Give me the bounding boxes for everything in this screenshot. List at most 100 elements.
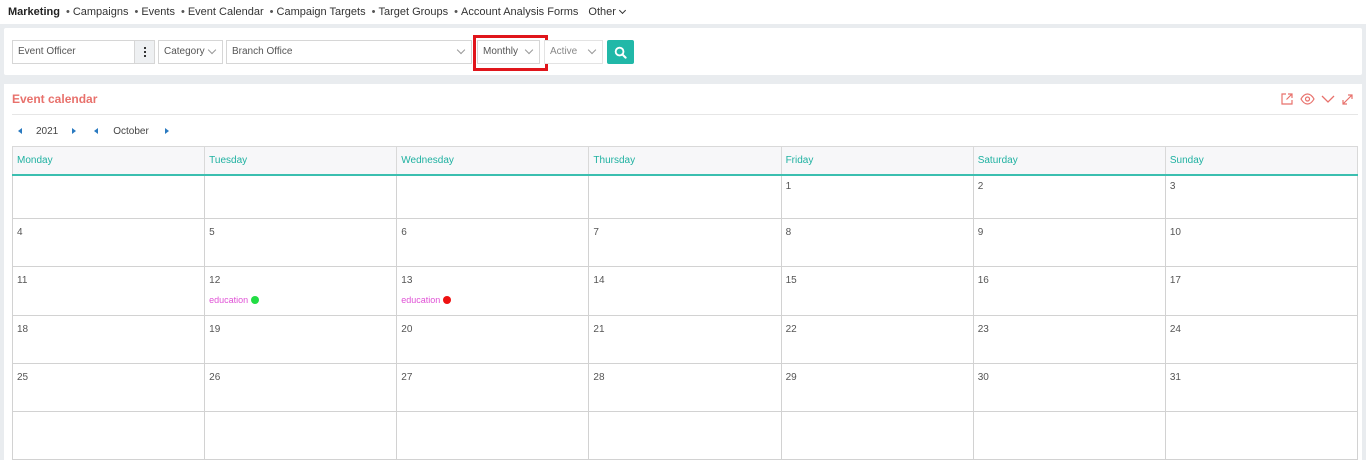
event-label: education [209,295,249,305]
nav-item-target-groups[interactable]: • Target Groups [372,6,449,18]
nav-label: Campaigns [72,6,129,18]
day-number: 20 [401,324,413,335]
day-cell[interactable] [11,174,206,219]
day-number: 15 [785,275,797,286]
day-cell[interactable] [396,411,590,460]
day-cell[interactable] [204,411,398,460]
day-number: 7 [593,227,599,238]
day-cell[interactable] [204,174,398,219]
day-cell[interactable]: 25 [11,363,206,412]
export-icon[interactable] [1280,92,1294,106]
day-cell[interactable]: 13 education [396,266,590,316]
more-options-icon[interactable] [135,40,155,64]
nav-bullet: • [454,6,459,18]
day-cell[interactable] [1164,411,1359,460]
day-number: 29 [785,372,797,383]
day-cell[interactable]: 29 [780,363,974,412]
chevron-down-icon [207,45,217,55]
search-button[interactable] [607,40,634,64]
day-cell[interactable]: 21 [588,315,782,364]
day-cell[interactable]: 14 [588,266,782,316]
day-number: 16 [977,275,989,286]
nav-item-events[interactable]: • Events [134,6,175,18]
nav-item-campaign-targets[interactable]: • Campaign Targets [270,6,366,18]
nav-item-event-calendar[interactable]: • Event Calendar [181,6,264,18]
day-cell[interactable] [588,411,782,460]
day-cell[interactable] [11,411,206,460]
day-cell[interactable]: 1 [780,174,974,219]
day-cell[interactable]: 31 [1164,363,1359,412]
day-cell[interactable]: 12 education [204,266,398,316]
next-month-icon[interactable] [164,128,169,134]
day-cell[interactable]: 6 [396,218,590,267]
day-cell[interactable]: 27 [396,363,590,412]
day-number: 5 [209,227,215,238]
day-cell[interactable]: 10 [1164,218,1359,267]
day-number: 19 [209,324,221,335]
weekday-header: Thursday [588,146,782,176]
nav-item-account-analysis-forms[interactable]: • Account Analysis Forms [454,6,578,18]
event-item[interactable]: education [209,295,392,305]
nav-item-campaigns[interactable]: • Campaigns [66,6,129,18]
day-number: 21 [593,324,605,335]
day-cell[interactable]: 9 [972,218,1166,267]
nav-label: Campaign Targets [276,6,366,18]
day-cell[interactable] [972,411,1166,460]
day-cell[interactable]: 20 [396,315,590,364]
day-number: 8 [785,227,792,238]
day-number: 18 [17,324,29,335]
day-number: 27 [401,372,413,383]
status-select[interactable]: Active [544,40,603,64]
prev-year-icon[interactable] [18,128,22,134]
nav-item-other[interactable]: Other [588,6,626,18]
branch-office-select[interactable]: Branch Office [226,40,472,64]
day-number: 11 [17,275,28,286]
day-cell[interactable]: 23 [972,315,1166,364]
day-cell[interactable]: 8 [780,218,974,267]
nav-label: Other [588,6,616,18]
filter-panel: Event Officer Category Branch Office Mon… [4,28,1362,75]
day-number: 9 [977,227,984,238]
day-cell[interactable]: 15 [780,266,974,316]
day-cell[interactable]: 2 [972,174,1166,219]
weekday-header: Friday [780,146,974,176]
day-cell[interactable]: 28 [588,363,782,412]
event-item[interactable]: education [401,295,584,305]
day-cell[interactable]: 30 [972,363,1166,412]
nav-bullet: • [269,6,274,18]
day-cell[interactable]: 24 [1164,315,1359,364]
branch-value: Branch Office [232,46,293,57]
nav-label: Target Groups [378,6,449,18]
calendar-nav: 2021 October [18,124,169,138]
eye-icon[interactable] [1300,92,1315,106]
day-cell[interactable] [396,174,590,219]
weekday-header: Tuesday [204,146,398,176]
day-cell[interactable] [780,411,974,460]
day-cell[interactable]: 5 [204,218,398,267]
chevron-down-icon[interactable] [1321,92,1335,106]
calendar-grid: Monday Tuesday Wednesday Thursday Friday… [11,146,1359,460]
nav-brand-marketing[interactable]: Marketing [8,6,60,18]
day-cell[interactable]: 19 [204,315,398,364]
weekday-header: Wednesday [396,146,590,176]
event-officer-input[interactable]: Event Officer [12,40,135,64]
next-year-icon[interactable] [72,128,77,134]
day-cell[interactable]: 7 [588,218,782,267]
prev-month-icon[interactable] [94,128,99,134]
day-cell[interactable] [588,174,782,219]
day-number: 13 [401,275,413,286]
day-cell[interactable]: 16 [972,266,1166,316]
day-cell[interactable]: 26 [204,363,398,412]
weekday-header: Sunday [1164,146,1359,176]
chevron-down-icon [456,45,466,55]
day-cell[interactable]: 11 [11,266,206,316]
day-cell[interactable]: 17 [1164,266,1359,316]
day-cell[interactable]: 22 [780,315,974,364]
expand-icon[interactable] [1341,93,1354,106]
category-select[interactable]: Category [158,40,223,64]
day-cell[interactable]: 18 [11,315,206,364]
weekday-header: Saturday [972,146,1166,176]
period-select[interactable]: Monthly [477,40,540,64]
day-cell[interactable]: 4 [11,218,206,267]
day-cell[interactable]: 3 [1164,174,1359,219]
